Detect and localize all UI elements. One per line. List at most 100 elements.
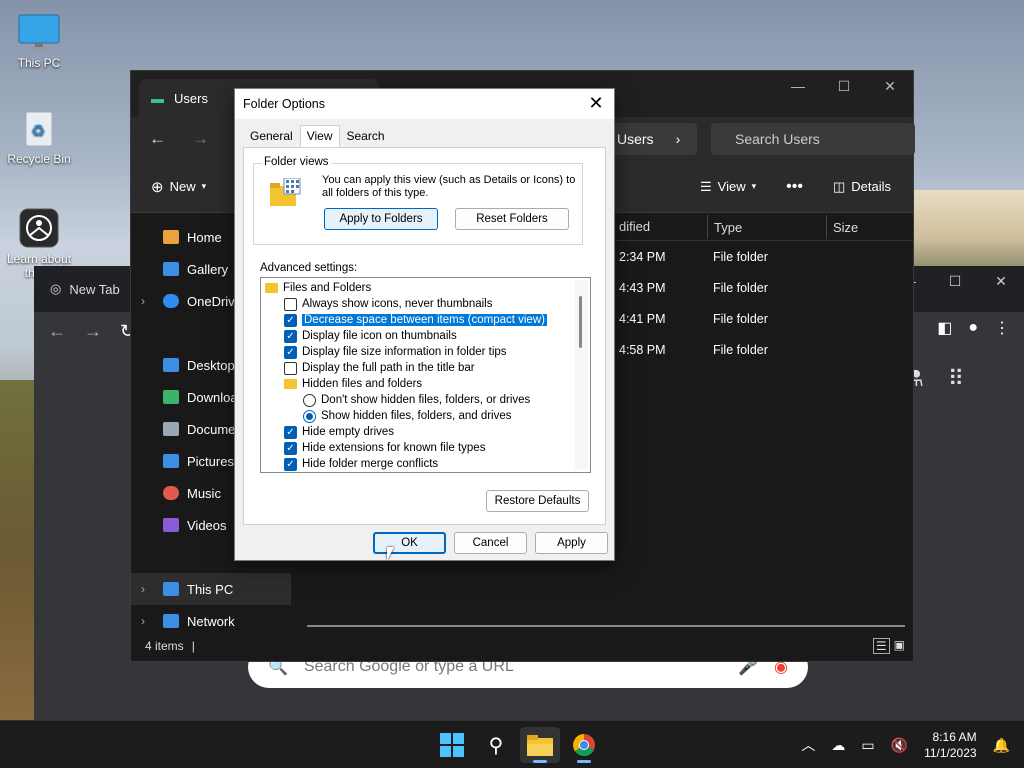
dialog-tabs: General View Search [243, 125, 392, 147]
tree-item[interactable]: ✓ Display file size information in folder… [284, 344, 507, 360]
radio-button[interactable] [303, 409, 316, 423]
forward-arrow-icon[interactable]: → [84, 321, 102, 342]
forward-arrow-icon[interactable]: → [192, 129, 209, 149]
tree-item[interactable]: ✓ Display file icon on thumbnails [284, 328, 457, 344]
checkbox[interactable]: ✓ [284, 329, 297, 343]
onedrive-offline-icon[interactable]: ☁ [831, 737, 845, 754]
breadcrumb[interactable]: Users › [601, 123, 697, 155]
apply-to-folders-button[interactable]: Apply to Folders [324, 208, 438, 230]
checkbox[interactable]: ✓ [284, 457, 297, 471]
tree-item[interactable]: Files and Folders [265, 280, 371, 296]
monitor-icon [17, 10, 61, 54]
new-label: New [169, 179, 196, 194]
details-button[interactable]: ◫ Details [833, 179, 891, 195]
chevron-right-icon[interactable]: › [676, 131, 681, 147]
chevron-right-icon[interactable]: › [141, 614, 145, 628]
maximize-button[interactable]: ☐ [932, 266, 978, 296]
back-arrow-icon[interactable]: ← [149, 129, 166, 149]
tree-item[interactable]: Don't show hidden files, folders, or dri… [303, 392, 530, 408]
checkbox[interactable]: ✓ [284, 313, 297, 327]
chrome-taskbar-icon[interactable] [564, 727, 604, 763]
videos-icon [163, 518, 179, 532]
tree-item[interactable]: Always show icons, never thumbnails [284, 296, 492, 312]
apps-grid-icon[interactable]: ⠿ [948, 366, 964, 392]
file-explorer-taskbar-icon[interactable] [520, 727, 560, 763]
column-modified[interactable]: dified [613, 219, 650, 234]
tab-search[interactable]: Search [340, 125, 392, 147]
cancel-button[interactable]: Cancel [454, 532, 527, 554]
tree-item[interactable]: Display the full path in the title bar [284, 360, 475, 376]
vertical-scrollbar[interactable] [575, 280, 588, 470]
chevron-up-icon[interactable]: ︿ [801, 735, 815, 755]
menu-kebab-icon[interactable]: ⋮ [994, 318, 1010, 338]
desktop-icon-label: Recycle Bin [7, 152, 71, 166]
wallpaper-town [909, 190, 1024, 270]
search-icon[interactable]: ⚲ [476, 727, 516, 763]
checkbox[interactable]: ✓ [284, 425, 297, 439]
notification-bell-icon[interactable]: 🔔 [993, 737, 1010, 754]
close-button[interactable]: ✕ [978, 266, 1024, 296]
details-view-icon[interactable]: ☰ [872, 638, 890, 654]
checkbox[interactable]: ✓ [284, 441, 297, 455]
tab-view[interactable]: View [299, 125, 340, 147]
tree-item-label: Always show icons, never thumbnails [302, 298, 493, 310]
horizontal-scrollbar[interactable] [307, 625, 905, 627]
tree-item[interactable]: ✓ Hide empty drives [284, 424, 394, 440]
advanced-settings-tree[interactable]: Files and Folders Always show icons, neve… [260, 277, 591, 473]
close-button[interactable]: ✕ [584, 93, 608, 114]
tree-item[interactable]: ✓ Hide folder merge conflicts [284, 456, 438, 472]
more-options-icon[interactable]: ••• [786, 178, 803, 196]
tree-item[interactable]: ✓ Hide extensions for known file types [284, 440, 485, 456]
desktop-icon-recycle-bin[interactable]: ♻ Recycle Bin [4, 106, 74, 166]
tiles-view-icon[interactable]: ▣ [894, 638, 905, 654]
checkbox[interactable] [284, 297, 297, 311]
recycle-bin-icon: ♻ [17, 106, 61, 150]
desktop-icon-this-pc[interactable]: This PC [4, 10, 74, 70]
tree-item[interactable]: ✓ Decrease space between items (compact v… [284, 312, 548, 328]
sidebar-item-this-pc[interactable]: › This PC [131, 573, 291, 605]
back-arrow-icon[interactable]: ← [48, 321, 66, 342]
tab-general[interactable]: General [243, 125, 300, 147]
sidepanel-icon[interactable]: ◧ [937, 318, 952, 338]
tree-item-label: Don't show hidden files, folders, or dri… [321, 394, 531, 406]
restore-defaults-button[interactable]: Restore Defaults [486, 490, 589, 512]
volume-muted-icon[interactable]: 🔇 [891, 737, 908, 754]
tree-item[interactable]: Show hidden files, folders, and drives [303, 408, 512, 424]
chevron-right-icon[interactable]: › [141, 294, 145, 308]
chrome-logo-icon: ◎ [50, 281, 62, 296]
maximize-button[interactable]: ☐ [821, 71, 867, 101]
column-size[interactable]: Size [826, 214, 858, 239]
desktop-icon-label: This PC [17, 56, 61, 70]
apply-button[interactable]: Apply [535, 532, 608, 554]
sidebar-label: This PC [187, 581, 234, 597]
checkbox[interactable] [284, 361, 297, 375]
sidebar-label: Desktop [187, 357, 235, 373]
tree-item-label: Show hidden files, folders, and drives [321, 410, 512, 422]
search-input[interactable]: Search Users [711, 123, 915, 155]
tree-item-label: Hide folder merge conflicts [302, 458, 439, 470]
clock[interactable]: 8:16 AM 11/1/2023 [924, 729, 977, 761]
download-icon [163, 390, 179, 404]
view-button[interactable]: ☰ View ▾ [700, 179, 756, 195]
network-icon[interactable]: ▭ [861, 737, 874, 754]
desktop-icon [163, 358, 179, 372]
row-modified: 4:41 PM [619, 312, 666, 326]
ok-button[interactable]: OK [373, 532, 446, 554]
column-type[interactable]: Type [707, 214, 742, 239]
new-button[interactable]: ⊕ New ▾ [151, 178, 206, 196]
profile-icon[interactable]: ● [968, 319, 978, 337]
checkbox[interactable]: ✓ [284, 345, 297, 359]
radio-button[interactable] [303, 393, 316, 407]
breadcrumb-users[interactable]: Users [617, 131, 654, 147]
start-button[interactable] [432, 727, 472, 763]
chrome-tab[interactable]: ◎ New Tab [50, 281, 120, 297]
view-label: View [717, 179, 746, 194]
chevron-right-icon[interactable]: › [141, 582, 145, 596]
folder-views-icon [270, 177, 302, 211]
minimize-button[interactable]: — [775, 71, 821, 101]
close-button[interactable]: ✕ [867, 71, 913, 101]
learn-icon [17, 206, 61, 250]
row-type: File folder [713, 343, 768, 357]
tree-item[interactable]: Hidden files and folders [284, 376, 422, 392]
reset-folders-button[interactable]: Reset Folders [455, 208, 569, 230]
